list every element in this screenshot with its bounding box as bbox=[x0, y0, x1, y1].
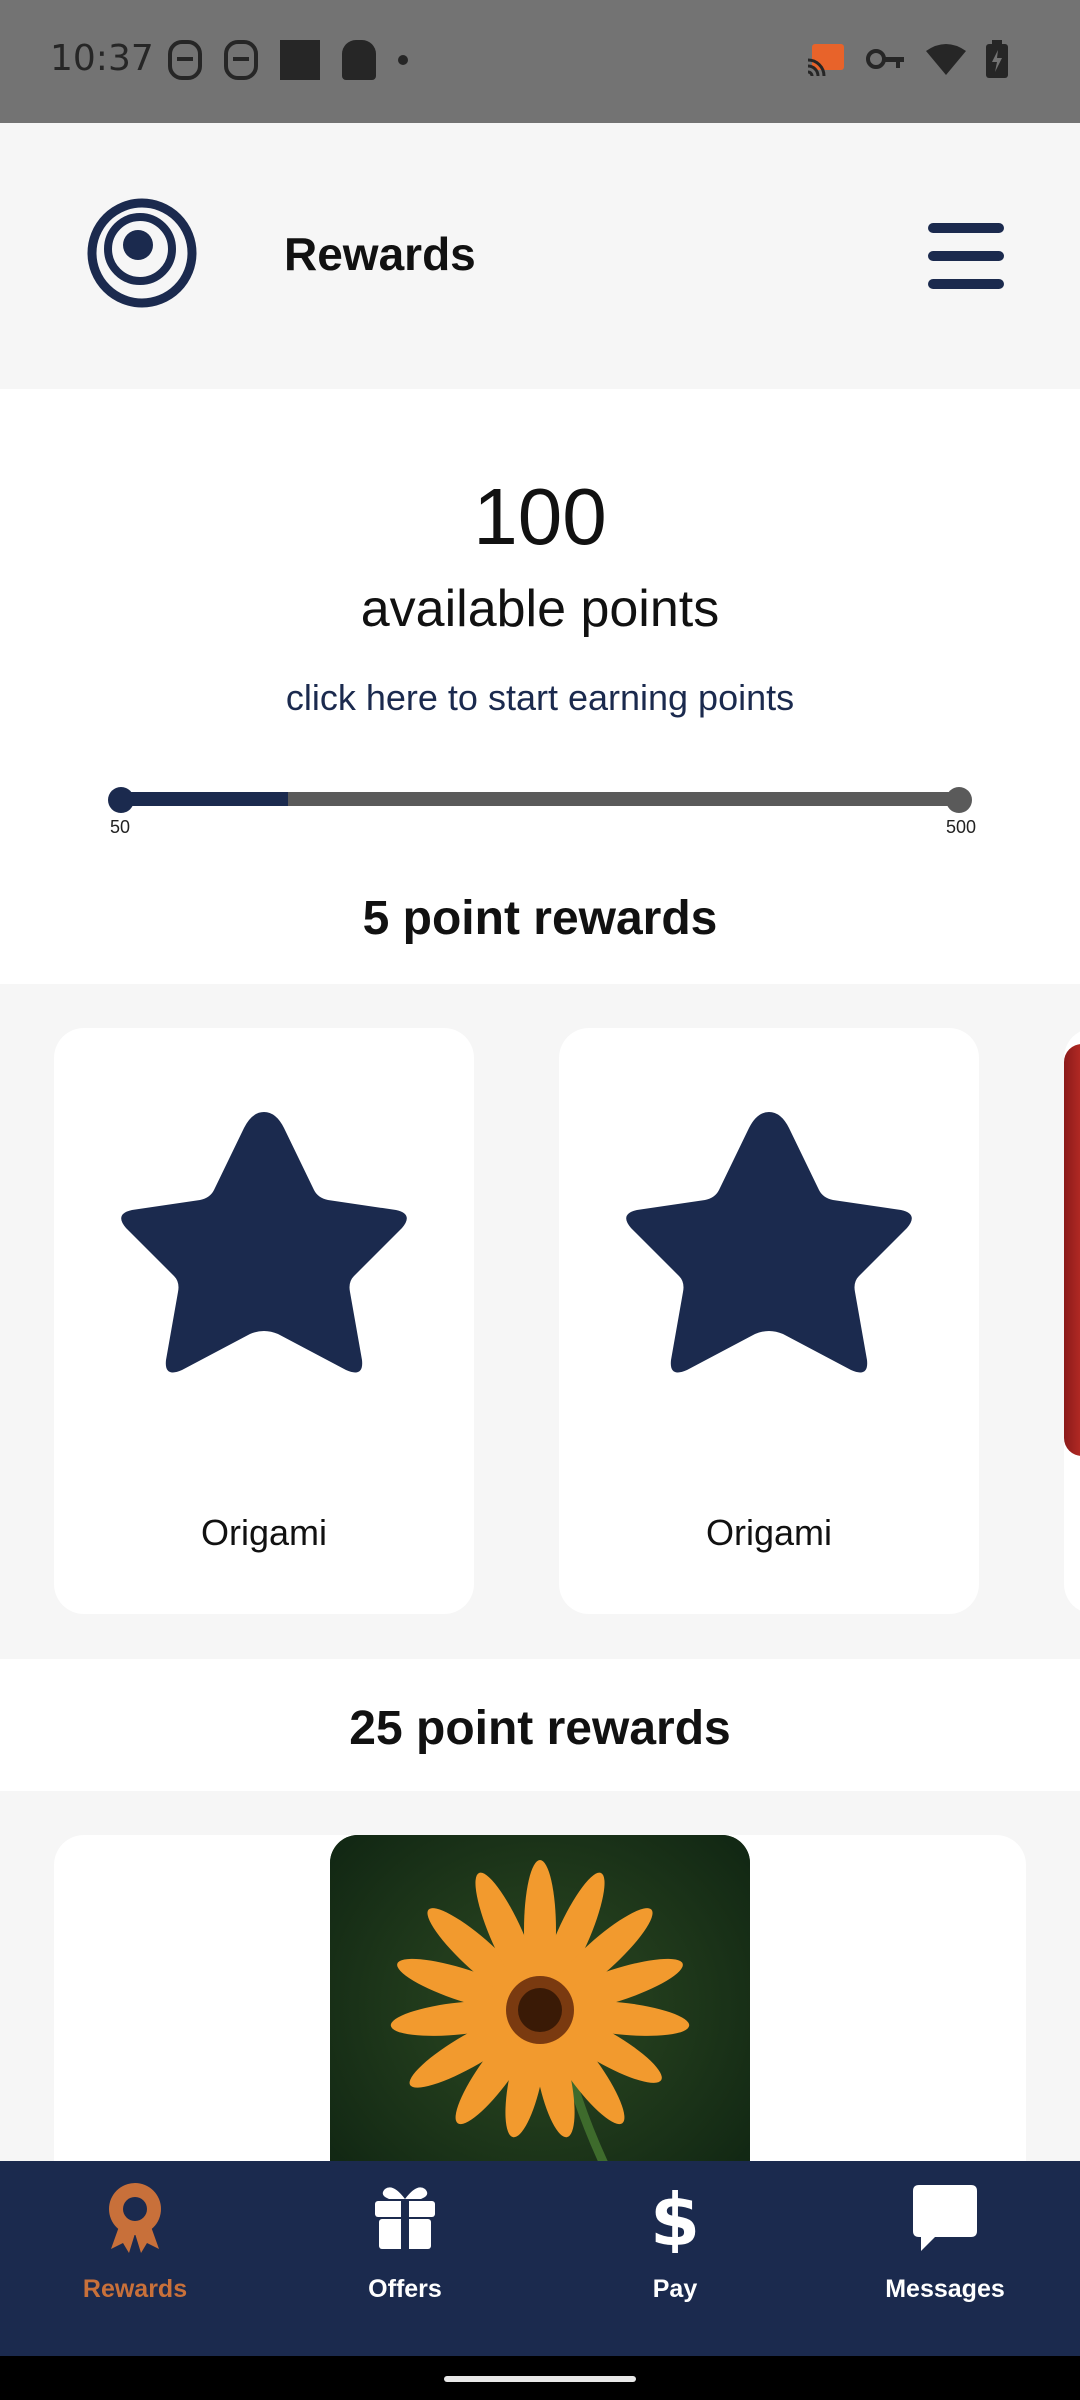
bottom-navigation: Rewards Offers $ Pay Messages bbox=[0, 2161, 1080, 2356]
notification-icon bbox=[224, 40, 258, 80]
dollar-icon: $ bbox=[650, 2181, 700, 2253]
wifi-icon bbox=[926, 44, 966, 75]
vpn-key-icon bbox=[866, 49, 904, 69]
flower-image bbox=[330, 1835, 750, 2161]
section-title: 25 point rewards bbox=[349, 1702, 731, 1755]
nav-item-rewards[interactable]: Rewards bbox=[0, 2161, 270, 2356]
reward-carousel[interactable]: Origami Origami bbox=[0, 984, 1080, 1659]
chat-bubble-icon bbox=[913, 2185, 977, 2251]
notification-icon bbox=[168, 40, 202, 80]
gift-icon bbox=[375, 2187, 435, 2249]
android-icon bbox=[342, 40, 376, 80]
page-title: Rewards bbox=[284, 228, 476, 280]
star-icon bbox=[121, 1112, 407, 1373]
progress-start-marker bbox=[108, 787, 134, 813]
status-notification-icons bbox=[168, 40, 408, 80]
progress-end-marker bbox=[946, 787, 972, 813]
nav-label: Rewards bbox=[82, 2275, 188, 2303]
cast-icon bbox=[807, 44, 844, 76]
status-time: 10:37 bbox=[50, 38, 154, 79]
nav-label: Pay bbox=[652, 2275, 698, 2303]
flower-illustration bbox=[330, 1835, 750, 2161]
status-system-icons bbox=[806, 40, 1008, 78]
home-gesture-handle[interactable] bbox=[444, 2376, 636, 2382]
menu-button[interactable] bbox=[928, 223, 1004, 289]
svg-text:$: $ bbox=[650, 2181, 700, 2253]
reward-name: Origami bbox=[200, 1512, 328, 1553]
star-icon bbox=[626, 1112, 912, 1373]
more-notifications-dot-icon bbox=[398, 55, 408, 65]
app-header: Rewards bbox=[0, 123, 1080, 389]
points-summary: 100 available points click here to start… bbox=[0, 389, 1080, 984]
battery-charging-icon bbox=[986, 40, 1008, 78]
nav-item-offers[interactable]: Offers bbox=[270, 2161, 540, 2356]
status-bar: 10:37 bbox=[0, 0, 1080, 123]
section-header: 25 point rewards bbox=[0, 1659, 1080, 1791]
nav-item-messages[interactable]: Messages bbox=[810, 2161, 1080, 2356]
earn-points-link[interactable]: click here to start earning points bbox=[0, 677, 1080, 719]
progress-max-label: 500 bbox=[946, 817, 977, 837]
progress-min-label: 50 bbox=[110, 817, 131, 837]
reward-image bbox=[1064, 1044, 1080, 1456]
points-progress-bar bbox=[120, 792, 960, 806]
reward-name: Origami bbox=[705, 1512, 833, 1553]
hamburger-menu-icon bbox=[928, 223, 1004, 233]
points-value: 100 bbox=[473, 472, 607, 561]
award-ribbon-icon bbox=[109, 2183, 161, 2253]
reward-card-partial[interactable] bbox=[1064, 1028, 1080, 1614]
system-navigation-bar bbox=[0, 2356, 1080, 2400]
nav-label: Offers bbox=[368, 2275, 442, 2303]
reward-list[interactable] bbox=[0, 1791, 1080, 2161]
square-notification-icon bbox=[280, 40, 320, 80]
points-label: available points bbox=[360, 580, 720, 638]
points-progress-fill bbox=[120, 792, 288, 806]
reward-card[interactable]: Origami bbox=[54, 1028, 474, 1614]
reward-card[interactable]: Origami bbox=[559, 1028, 979, 1614]
nav-label: Messages bbox=[885, 2275, 1005, 2303]
nav-item-pay[interactable]: $ Pay bbox=[540, 2161, 810, 2356]
concentric-rings-logo bbox=[87, 198, 197, 308]
section-title: 5 point rewards bbox=[362, 892, 718, 945]
